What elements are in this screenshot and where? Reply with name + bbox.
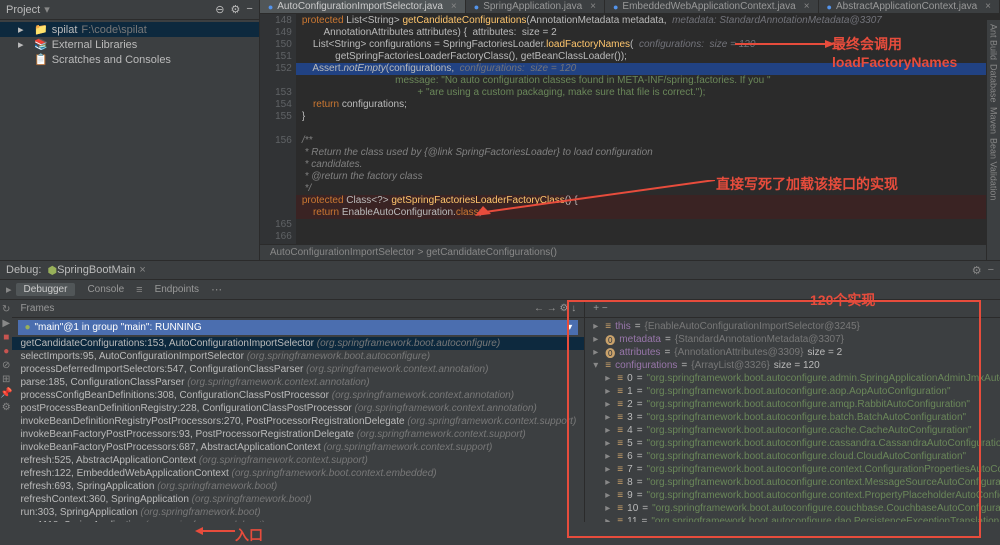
stack-frame[interactable]: selectImports:95, AutoConfigurationImpor… <box>12 350 584 363</box>
variable-row[interactable]: ▸≡ 4 = "org.springframework.boot.autocon… <box>585 424 1000 437</box>
ant-build[interactable]: Ant Build <box>989 24 999 60</box>
annotation-4: 入口 <box>235 525 263 545</box>
stack-frame[interactable]: refreshContext:360, SpringApplication (o… <box>12 493 584 506</box>
editor-tab[interactable]: ●AutoConfigurationImportSelector.java × <box>260 0 466 13</box>
variable-row[interactable]: ▸≡ 8 = "org.springframework.boot.autocon… <box>585 476 1000 489</box>
settings2-icon[interactable]: ⚙ <box>2 402 11 416</box>
pin-icon[interactable]: 📌 <box>0 388 12 402</box>
variable-row[interactable]: ▸≡ 11 = "org.springframework.boot.autoco… <box>585 515 1000 522</box>
stack-frame[interactable]: run:1118, SpringApplication (org.springf… <box>12 519 584 522</box>
stack-frame[interactable]: run:303, SpringApplication (org.springfr… <box>12 506 584 519</box>
external-libraries[interactable]: ▸📚External Libraries <box>0 37 259 52</box>
right-toolwindows: Ant Build Database Maven Bean Validation <box>986 20 1000 260</box>
variable-row[interactable]: ▾≡ configurations = {ArrayList@3326} siz… <box>585 359 1000 372</box>
project-title: Project <box>6 4 40 16</box>
stack-frame[interactable]: refresh:122, EmbeddedWebApplicationConte… <box>12 467 584 480</box>
collapse-icon[interactable]: ⊖ <box>215 3 224 16</box>
editor-tab[interactable]: ●EmbeddedWebApplicationContext.java × <box>605 0 819 13</box>
debug-config[interactable]: SpringBootMain <box>57 264 135 276</box>
variable-row[interactable]: ▸≡ 7 = "org.springframework.boot.autocon… <box>585 463 1000 476</box>
editor-tab[interactable]: ●AbstractApplicationContext.java × <box>819 0 1000 13</box>
validation[interactable]: Bean Validation <box>989 138 999 200</box>
variable-row[interactable]: ▸≡ this = {EnableAutoConfigurationImport… <box>585 320 1000 333</box>
mute-icon[interactable]: ⊘ <box>2 360 10 374</box>
variable-row[interactable]: ▸≡ 9 = "org.springframework.boot.autocon… <box>585 489 1000 502</box>
stack-frame[interactable]: invokeBeanFactoryPostProcessors:93, Post… <box>12 428 584 441</box>
stop-icon[interactable]: ■ <box>3 332 9 346</box>
breakpoints-icon[interactable]: ● <box>3 346 9 360</box>
variable-row[interactable]: ▸⓿ attributes = {AnnotationAttributes@33… <box>585 346 1000 359</box>
stack-frame[interactable]: processConfigBeanDefinitions:308, Config… <box>12 389 584 402</box>
stack-frame[interactable]: refresh:693, SpringApplication (org.spri… <box>12 480 584 493</box>
debug-label: Debug: <box>6 264 41 276</box>
stack-frame[interactable]: invokeBeanDefinitionRegistryPostProcesso… <box>12 415 584 428</box>
stack-frame[interactable]: refresh:525, AbstractApplicationContext … <box>12 454 584 467</box>
editor-tab[interactable]: ●SpringApplication.java × <box>466 0 605 13</box>
variable-row[interactable]: ▸≡ 6 = "org.springframework.boot.autocon… <box>585 450 1000 463</box>
stack-frame[interactable]: invokeBeanFactoryPostProcessors:687, Abs… <box>12 441 584 454</box>
project-root[interactable]: ▸📁spilat F:\code\spilat <box>0 22 259 37</box>
variable-row[interactable]: ▸≡ 1 = "org.springframework.boot.autocon… <box>585 385 1000 398</box>
variable-row[interactable]: ▸≡ 2 = "org.springframework.boot.autocon… <box>585 398 1000 411</box>
database[interactable]: Database <box>989 64 999 103</box>
stack-frame[interactable]: processDeferredImportSelectors:547, Conf… <box>12 363 584 376</box>
editor-tabs: ●AutoConfigurationImportSelector.java ×●… <box>260 0 1000 14</box>
project-sidebar: Project ▾ ⊖ ⚙ − ▸📁spilat F:\code\spilat … <box>0 0 260 260</box>
code-editor[interactable]: protected List<String> getCandidateConfi… <box>296 14 1000 244</box>
hide-icon[interactable]: − <box>246 3 252 16</box>
stack-frame[interactable]: getCandidateConfigurations:153, AutoConf… <box>12 337 584 350</box>
variable-row[interactable]: ▸≡ 0 = "org.springframework.boot.autocon… <box>585 372 1000 385</box>
tab-debugger[interactable]: Debugger <box>16 283 76 296</box>
breadcrumb[interactable]: AutoConfigurationImportSelector > getCan… <box>260 244 1000 260</box>
project-header[interactable]: Project ▾ ⊖ ⚙ − <box>0 0 259 20</box>
variable-row[interactable]: ▸⓿ metadata = {StandardAnnotationMetadat… <box>585 333 1000 346</box>
layout-icon[interactable]: ⊞ <box>2 374 10 388</box>
resume-icon[interactable]: ▶ <box>2 318 10 332</box>
thread-selector[interactable]: ●"main"@1 in group "main": RUNNING▾ <box>18 320 578 335</box>
maven[interactable]: Maven <box>989 107 999 134</box>
tab-endpoints[interactable]: Endpoints <box>147 283 207 296</box>
tab-console[interactable]: Console <box>79 283 132 296</box>
debug-actions: ↻ ▶ ■ ● ⊘ ⊞ 📌 ⚙ <box>0 300 12 522</box>
stack-frame[interactable]: postProcessBeanDefinitionRegistry:228, C… <box>12 402 584 415</box>
settings-icon[interactable]: ⚙ <box>972 264 982 277</box>
stack-frame[interactable]: parse:185, ConfigurationClassParser (org… <box>12 376 584 389</box>
minimize-icon[interactable]: − <box>988 264 994 277</box>
rerun-icon[interactable]: ↻ <box>2 304 10 318</box>
gear-icon[interactable]: ⚙ <box>231 3 241 16</box>
gutter: 148149150151152153154155156165166 <box>260 14 296 244</box>
variable-row[interactable]: ▸≡ 3 = "org.springframework.boot.autocon… <box>585 411 1000 424</box>
debug-toolbar: Debug: ⬢ SpringBootMain × ⚙− <box>0 260 1000 280</box>
variable-row[interactable]: ▸≡ 10 = "org.springframework.boot.autoco… <box>585 502 1000 515</box>
variable-row[interactable]: ▸≡ 5 = "org.springframework.boot.autocon… <box>585 437 1000 450</box>
frames-title: Frames <box>20 303 54 314</box>
scratches[interactable]: 📋Scratches and Consoles <box>0 52 259 67</box>
